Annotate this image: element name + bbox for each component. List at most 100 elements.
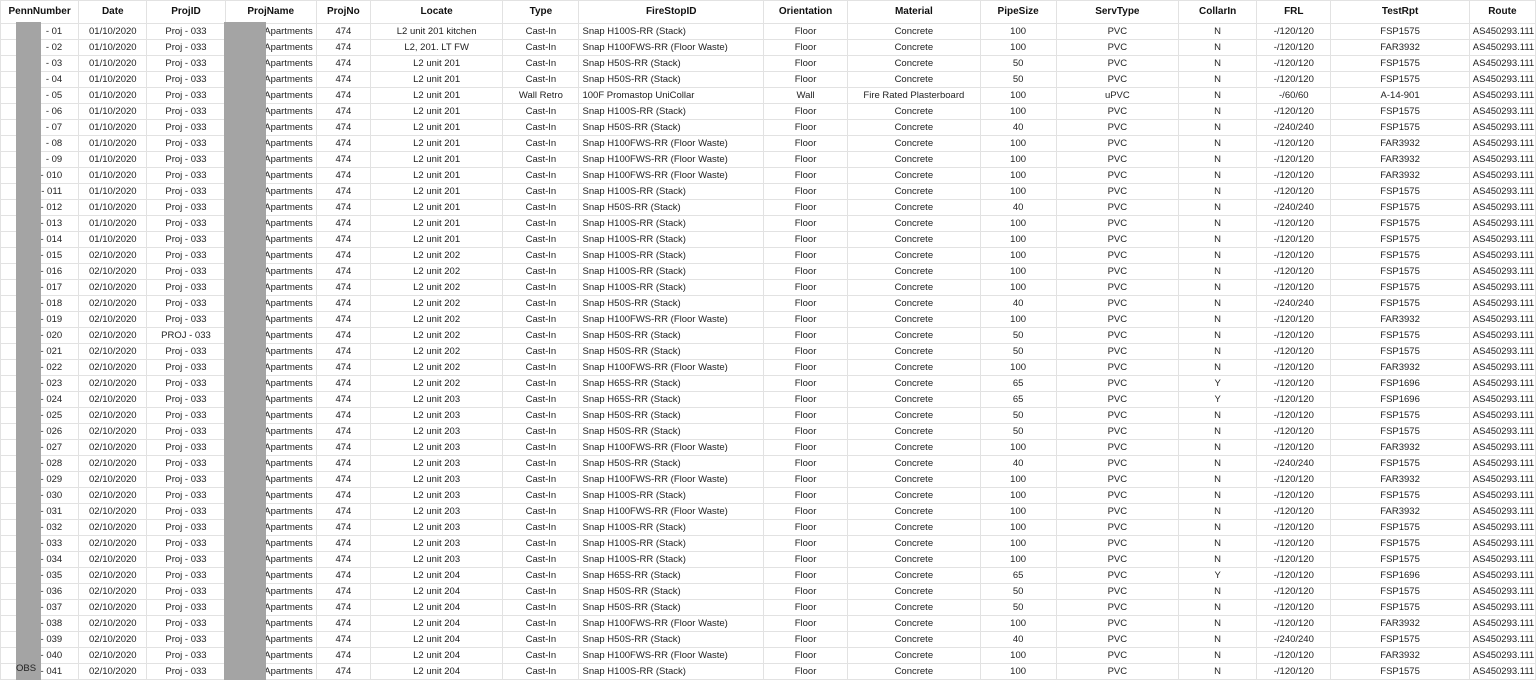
cell-test[interactable]: FSP1575 xyxy=(1330,103,1470,120)
cell-test[interactable]: FSP1575 xyxy=(1330,455,1470,472)
cell-size[interactable]: 50 xyxy=(979,583,1057,600)
cell-route[interactable]: AS450293.111 xyxy=(1468,247,1536,264)
cell-locate[interactable]: L2 unit 204 xyxy=(369,631,504,648)
cell-route[interactable]: AS450293.111 xyxy=(1468,199,1536,216)
cell-projno[interactable]: 474 xyxy=(315,471,371,488)
cell-type[interactable]: Cast-In xyxy=(502,23,580,40)
cell-orient[interactable]: Floor xyxy=(762,183,849,200)
cell-projid[interactable]: Proj - 033 xyxy=(146,375,226,392)
cell-collar[interactable]: N xyxy=(1178,119,1258,136)
cell-frl[interactable]: -/120/120 xyxy=(1256,615,1332,632)
cell-frl[interactable]: -/120/120 xyxy=(1256,167,1332,184)
cell-serv[interactable]: PVC xyxy=(1055,23,1180,40)
column-header-projid[interactable]: ProjID xyxy=(146,0,226,24)
cell-size[interactable]: 100 xyxy=(979,263,1057,280)
cell-locate[interactable]: L2 unit 202 xyxy=(369,359,504,376)
cell-firestop[interactable]: Snap H50S-RR (Stack) xyxy=(578,583,764,600)
cell-size[interactable]: 100 xyxy=(979,39,1057,56)
cell-material[interactable]: Concrete xyxy=(847,647,981,664)
cell-type[interactable]: Cast-In xyxy=(502,423,580,440)
cell-firestop[interactable]: Snap H100FWS-RR (Floor Waste) xyxy=(578,439,764,456)
cell-projno[interactable]: 474 xyxy=(315,151,371,168)
cell-locate[interactable]: L2 unit 203 xyxy=(369,439,504,456)
cell-test[interactable]: FSP1575 xyxy=(1330,295,1470,312)
cell-projid[interactable]: Proj - 033 xyxy=(146,567,226,584)
cell-material[interactable]: Concrete xyxy=(847,135,981,152)
cell-date[interactable]: 02/10/2020 xyxy=(78,343,148,360)
cell-projid[interactable]: Proj - 033 xyxy=(146,599,226,616)
cell-serv[interactable]: PVC xyxy=(1055,295,1180,312)
cell-test[interactable]: FSP1575 xyxy=(1330,263,1470,280)
cell-firestop[interactable]: Snap H100S-RR (Stack) xyxy=(578,663,764,680)
cell-material[interactable]: Concrete xyxy=(847,343,981,360)
cell-material[interactable]: Concrete xyxy=(847,663,981,680)
cell-collar[interactable]: N xyxy=(1178,487,1258,504)
cell-route[interactable]: AS450293.111 xyxy=(1468,103,1536,120)
cell-collar[interactable]: N xyxy=(1178,615,1258,632)
cell-size[interactable]: 100 xyxy=(979,103,1057,120)
cell-type[interactable]: Cast-In xyxy=(502,391,580,408)
cell-firestop[interactable]: Snap H100S-RR (Stack) xyxy=(578,487,764,504)
cell-size[interactable]: 100 xyxy=(979,167,1057,184)
cell-type[interactable]: Cast-In xyxy=(502,263,580,280)
cell-test[interactable]: FSP1575 xyxy=(1330,519,1470,536)
cell-locate[interactable]: L2 unit 202 xyxy=(369,279,504,296)
cell-type[interactable]: Cast-In xyxy=(502,247,580,264)
cell-date[interactable]: 01/10/2020 xyxy=(78,87,148,104)
cell-locate[interactable]: L2 unit 203 xyxy=(369,487,504,504)
cell-material[interactable]: Concrete xyxy=(847,215,981,232)
cell-projid[interactable]: Proj - 033 xyxy=(146,87,226,104)
cell-serv[interactable]: PVC xyxy=(1055,103,1180,120)
cell-projno[interactable]: 474 xyxy=(315,439,371,456)
cell-frl[interactable]: -/120/120 xyxy=(1256,439,1332,456)
cell-projid[interactable]: Proj - 033 xyxy=(146,439,226,456)
cell-type[interactable]: Cast-In xyxy=(502,567,580,584)
cell-projid[interactable]: Proj - 033 xyxy=(146,295,226,312)
cell-projid[interactable]: Proj - 033 xyxy=(146,535,226,552)
cell-orient[interactable]: Floor xyxy=(762,503,849,520)
cell-orient[interactable]: Floor xyxy=(762,247,849,264)
column-header-orientation[interactable]: Orientation xyxy=(762,0,849,24)
cell-date[interactable]: 02/10/2020 xyxy=(78,503,148,520)
cell-frl[interactable]: -/120/120 xyxy=(1256,135,1332,152)
cell-projid[interactable]: Proj - 033 xyxy=(146,231,226,248)
cell-serv[interactable]: PVC xyxy=(1055,663,1180,680)
cell-route[interactable]: AS450293.111 xyxy=(1468,215,1536,232)
cell-test[interactable]: FSP1575 xyxy=(1330,231,1470,248)
column-header-firestopid[interactable]: FireStopID xyxy=(578,0,764,24)
cell-firestop[interactable]: Snap H50S-RR (Stack) xyxy=(578,327,764,344)
cell-type[interactable]: Cast-In xyxy=(502,119,580,136)
cell-serv[interactable]: PVC xyxy=(1055,439,1180,456)
cell-serv[interactable]: PVC xyxy=(1055,471,1180,488)
cell-material[interactable]: Concrete xyxy=(847,503,981,520)
cell-material[interactable]: Concrete xyxy=(847,487,981,504)
cell-size[interactable]: 50 xyxy=(979,407,1057,424)
cell-orient[interactable]: Floor xyxy=(762,23,849,40)
cell-material[interactable]: Concrete xyxy=(847,631,981,648)
cell-type[interactable]: Cast-In xyxy=(502,327,580,344)
cell-projno[interactable]: 474 xyxy=(315,247,371,264)
cell-route[interactable]: AS450293.111 xyxy=(1468,631,1536,648)
cell-firestop[interactable]: Snap H100S-RR (Stack) xyxy=(578,535,764,552)
cell-locate[interactable]: L2 unit 204 xyxy=(369,647,504,664)
cell-route[interactable]: AS450293.111 xyxy=(1468,503,1536,520)
cell-size[interactable]: 50 xyxy=(979,55,1057,72)
cell-size[interactable]: 100 xyxy=(979,439,1057,456)
cell-test[interactable]: FSP1696 xyxy=(1330,391,1470,408)
cell-firestop[interactable]: Snap H50S-RR (Stack) xyxy=(578,71,764,88)
column-header-servtype[interactable]: ServType xyxy=(1055,0,1180,24)
cell-date[interactable]: 02/10/2020 xyxy=(78,375,148,392)
cell-locate[interactable]: L2 unit 201 xyxy=(369,183,504,200)
cell-serv[interactable]: PVC xyxy=(1055,583,1180,600)
cell-firestop[interactable]: Snap H50S-RR (Stack) xyxy=(578,295,764,312)
cell-type[interactable]: Cast-In xyxy=(502,535,580,552)
cell-firestop[interactable]: Snap H50S-RR (Stack) xyxy=(578,599,764,616)
cell-route[interactable]: AS450293.111 xyxy=(1468,551,1536,568)
cell-type[interactable]: Cast-In xyxy=(502,615,580,632)
cell-route[interactable]: AS450293.111 xyxy=(1468,391,1536,408)
cell-test[interactable]: FSP1575 xyxy=(1330,279,1470,296)
cell-firestop[interactable]: Snap H50S-RR (Stack) xyxy=(578,455,764,472)
cell-material[interactable]: Concrete xyxy=(847,263,981,280)
cell-size[interactable]: 100 xyxy=(979,359,1057,376)
cell-projno[interactable]: 474 xyxy=(315,647,371,664)
